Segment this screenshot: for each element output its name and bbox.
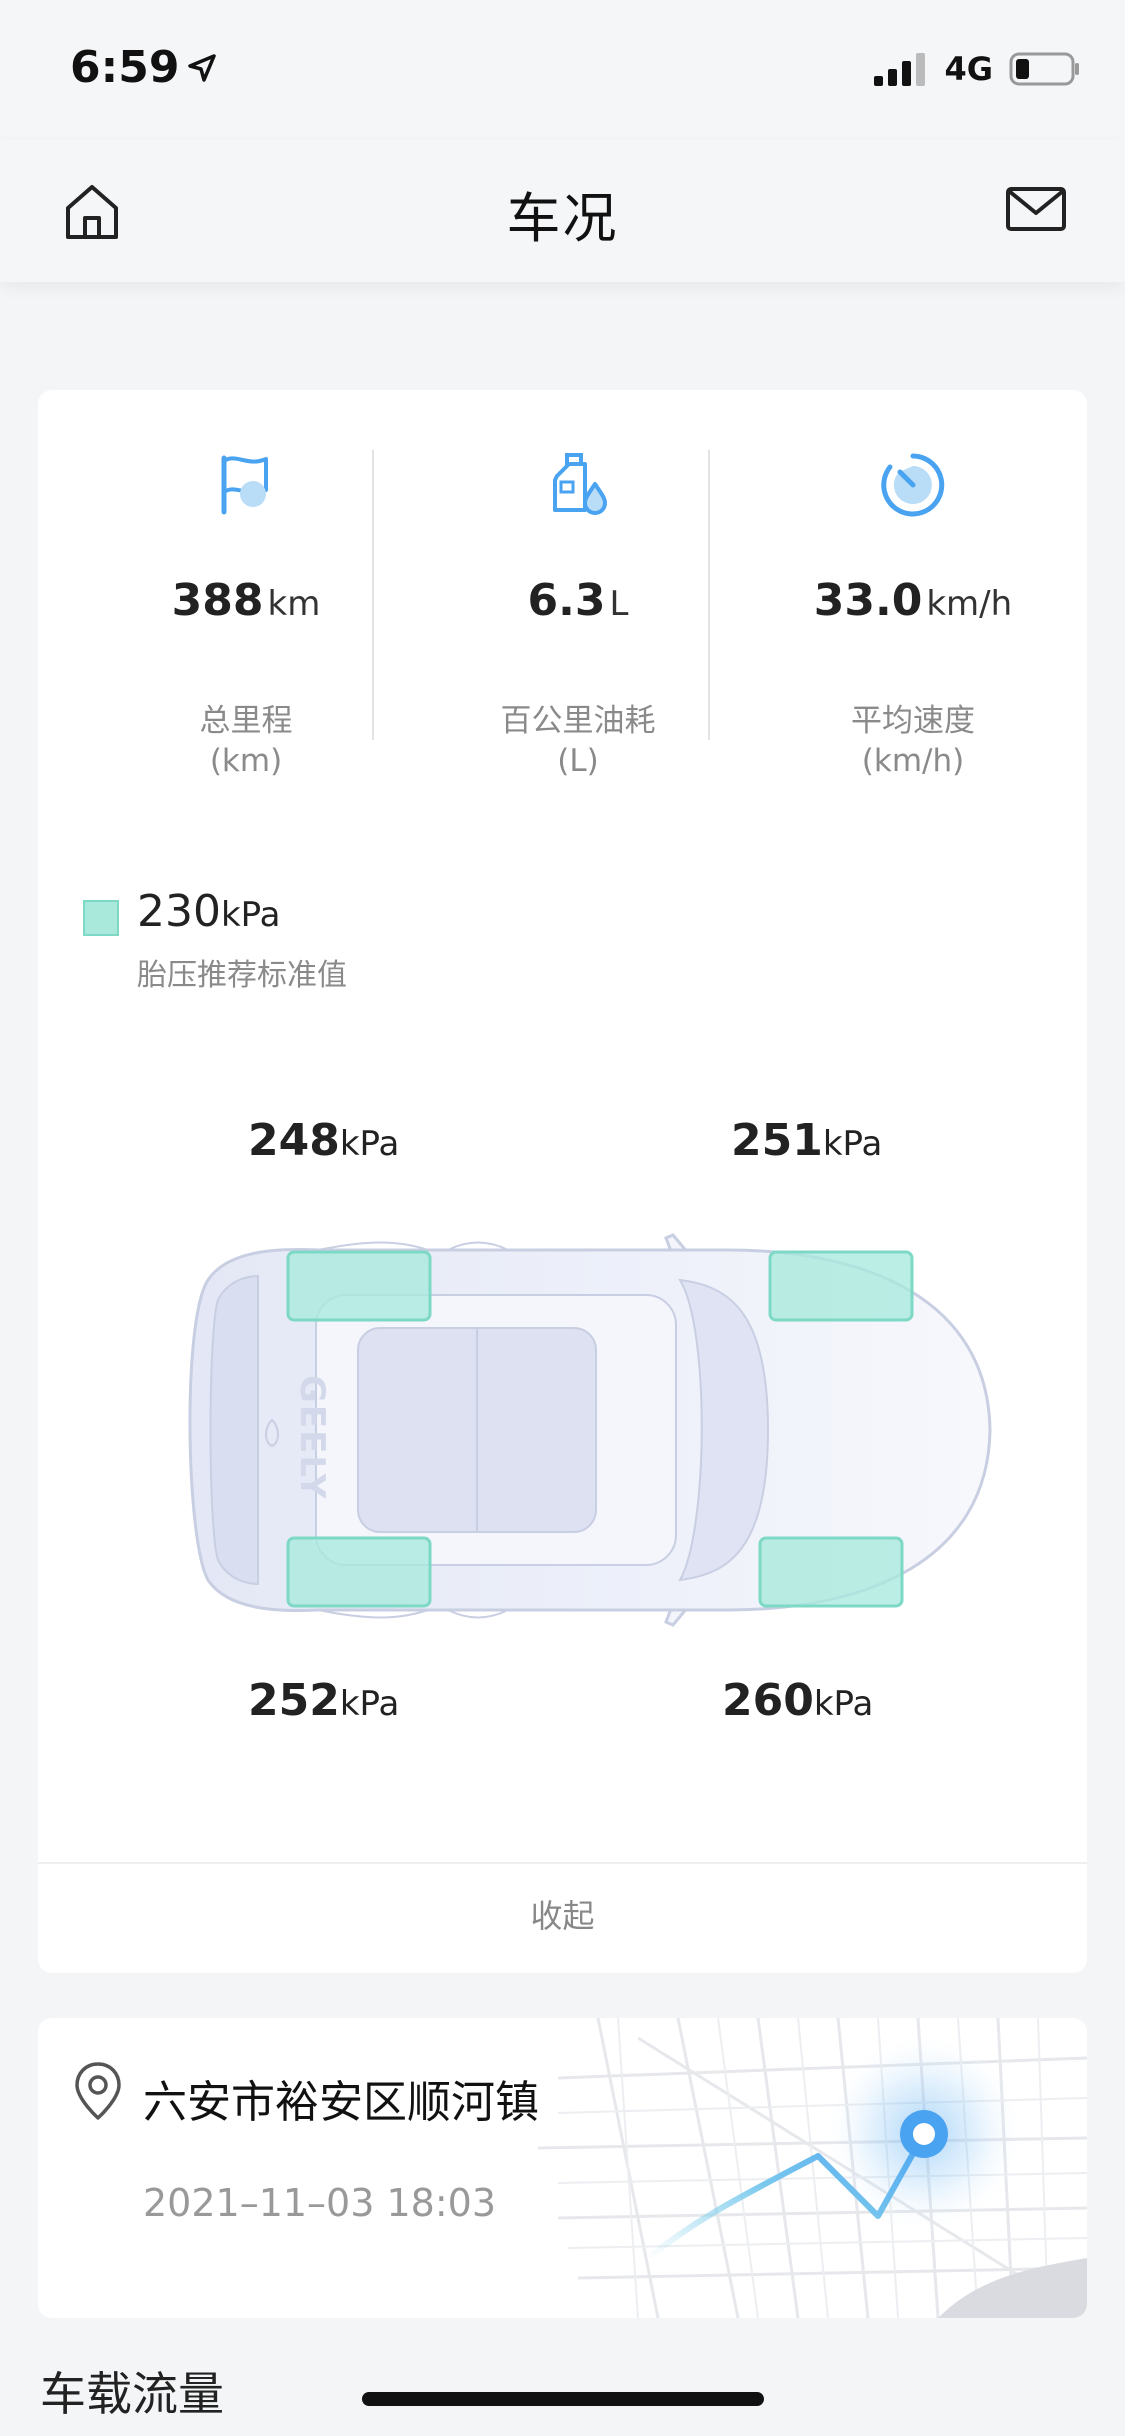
tire-standard-swatch <box>83 900 119 936</box>
battery-icon <box>1009 52 1079 86</box>
stat-fuel: 6.3 L 百公里油耗 (L) <box>410 390 746 810</box>
location-address: 六安市裕安区顺河镇 <box>143 2077 539 2128</box>
collapse-button[interactable]: 收起 <box>38 1864 1087 1973</box>
tire-rear-left-reading: 252kPa <box>248 1675 399 1726</box>
section-title-data-traffic: 车载流量 <box>40 2367 224 2421</box>
tire-rear-left-value: 252 <box>248 1675 340 1726</box>
stat-speed-unit: km/h <box>926 584 1013 624</box>
tire-front-right <box>768 1250 914 1322</box>
home-indicator[interactable] <box>362 2392 764 2406</box>
stat-speed-value: 33.0 km/h <box>745 575 1081 626</box>
location-pin-icon <box>75 2062 121 2120</box>
page-title: 车况 <box>506 187 619 250</box>
fuel-icon <box>553 453 607 515</box>
tire-rear-right-reading: 260kPa <box>722 1675 873 1726</box>
tire-front-left-unit: kPa <box>339 1124 400 1164</box>
tire-front-right-unit: kPa <box>822 1124 883 1164</box>
stat-fuel-label: 百公里油耗 <box>500 703 656 739</box>
stat-speed-number: 33.0 <box>813 575 923 626</box>
stat-mileage-label: 总里程 <box>199 703 293 739</box>
tire-front-left-value: 248 <box>248 1115 340 1166</box>
tire-front-left-reading: 248kPa <box>248 1115 399 1166</box>
nav-bar: 车况 <box>0 140 1125 282</box>
tire-rear-right-value: 260 <box>722 1675 814 1726</box>
divider <box>708 450 710 740</box>
signal-icon <box>874 53 926 86</box>
location-time: 2021–11–03 18:03 <box>143 2181 497 2225</box>
stat-fuel-unit: L <box>609 584 629 624</box>
mail-icon[interactable] <box>1005 184 1067 236</box>
stat-mileage: 388 km 总里程 (km) <box>78 390 414 810</box>
map-thumbnail <box>38 2018 1087 2318</box>
trip-stats: 388 km 总里程 (km) 6.3 L 百公里油耗 (L) 33.0 km/… <box>38 390 1087 810</box>
stat-speed: 33.0 km/h 平均速度 (km/h) <box>745 390 1081 810</box>
divider <box>372 450 374 740</box>
tire-rear-right <box>758 1536 904 1608</box>
tire-standard-number: 230 <box>137 886 221 937</box>
tire-rear-left <box>286 1536 432 1608</box>
car-brand-text: GEELY <box>292 1375 332 1500</box>
car-top-view: GEELY <box>188 1233 992 1627</box>
stat-mileage-unit: km <box>267 584 321 624</box>
stat-fuel-number: 6.3 <box>527 575 606 626</box>
location-arrow-icon <box>188 53 217 82</box>
tire-standard-unit: kPa <box>220 895 281 935</box>
speedometer-icon <box>881 453 945 517</box>
tire-standard-value: 230kPa <box>137 886 280 937</box>
tire-rear-right-unit: kPa <box>813 1684 874 1724</box>
location-card[interactable]: 六安市裕安区顺河镇 2021–11–03 18:03 <box>38 2018 1087 2318</box>
stat-mileage-sub: (km) <box>209 743 283 779</box>
tire-rear-left-unit: kPa <box>339 1684 400 1724</box>
network-label: 4G <box>944 50 993 88</box>
stat-mileage-value: 388 km <box>78 575 414 626</box>
tire-front-left <box>286 1250 432 1322</box>
status-time-text: 6:59 <box>70 42 180 93</box>
tire-front-right-value: 251 <box>731 1115 823 1166</box>
flag-icon <box>221 455 268 515</box>
tire-standard-label: 胎压推荐标准值 <box>137 958 347 993</box>
stat-fuel-value: 6.3 L <box>410 575 746 626</box>
status-time: 6:59 <box>70 42 217 93</box>
status-right: 4G <box>874 50 1081 88</box>
vehicle-status-card: 388 km 总里程 (km) 6.3 L 百公里油耗 (L) 33.0 km/… <box>38 390 1087 1973</box>
stat-speed-label: 平均速度 <box>851 703 975 739</box>
stat-mileage-number: 388 <box>171 575 264 626</box>
tire-front-right-reading: 251kPa <box>731 1115 882 1166</box>
status-bar: 6:59 4G <box>0 0 1125 140</box>
stat-fuel-sub: (L) <box>557 743 599 779</box>
stat-speed-sub: (km/h) <box>861 743 965 779</box>
